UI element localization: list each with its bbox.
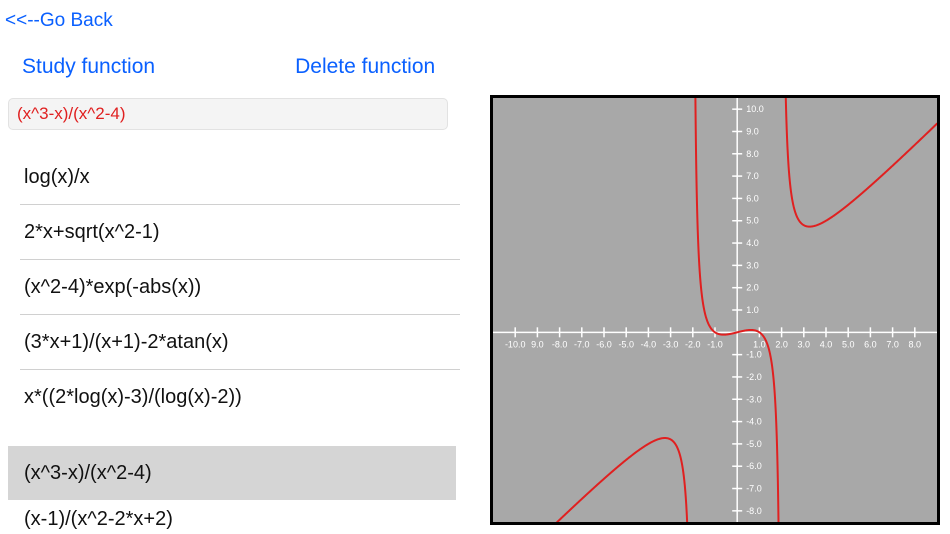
svg-text:5.0: 5.0 [746,216,759,226]
list-item-partial[interactable]: (x-1)/(x^2-2*x+2) [20,508,464,534]
svg-text:-5.0: -5.0 [746,439,762,449]
svg-text:6.0: 6.0 [864,339,877,349]
selected-function-field[interactable]: (x^3-x)/(x^2-4) [8,98,448,130]
svg-text:4.0: 4.0 [746,238,759,248]
svg-text:1.0: 1.0 [746,305,759,315]
svg-text:-2.0: -2.0 [746,372,762,382]
svg-text:7.0: 7.0 [746,171,759,181]
svg-text:3.0: 3.0 [798,339,811,349]
list-item[interactable]: (3*x+1)/(x+1)-2*atan(x) [20,315,460,370]
app-root: <<--Go Back Study function Delete functi… [0,0,950,534]
svg-text:-1.0: -1.0 [746,350,762,360]
svg-text:9.0: 9.0 [746,126,759,136]
svg-text:-10.0: -10.0 [505,339,526,349]
svg-text:-8.0: -8.0 [746,506,762,516]
svg-text:2.0: 2.0 [746,283,759,293]
svg-text:3.0: 3.0 [746,260,759,270]
svg-text:8.0: 8.0 [746,149,759,159]
list-item[interactable]: (x^2-4)*exp(-abs(x)) [20,260,460,315]
list-item-selected[interactable]: (x^3-x)/(x^2-4) [8,446,456,500]
graph-plot: -10.0 9.0 -8.0 -7.0 -6.0 -5.0 -4.0 -3.0 -2.0 -1.0… [493,98,937,522]
svg-text:4.0: 4.0 [820,339,833,349]
toolbar: Study function Delete function [0,55,482,79]
svg-text:-4.0: -4.0 [746,417,762,427]
svg-text:-7.0: -7.0 [574,339,590,349]
svg-text:-3.0: -3.0 [663,339,679,349]
list-item[interactable]: x*((2*log(x)-3)/(log(x)-2)) [20,370,460,424]
svg-text:-1.0: -1.0 [707,339,723,349]
svg-text:2.0: 2.0 [775,339,788,349]
svg-text:-6.0: -6.0 [746,461,762,471]
svg-text:7.0: 7.0 [886,339,899,349]
svg-text:-6.0: -6.0 [596,339,612,349]
svg-text:-4.0: -4.0 [641,339,657,349]
svg-text:9.0: 9.0 [531,339,544,349]
svg-text:8.0: 8.0 [909,339,922,349]
delete-function-button[interactable]: Delete function [295,55,435,79]
svg-text:-3.0: -3.0 [746,394,762,404]
svg-text:6.0: 6.0 [746,193,759,203]
svg-text:10.0: 10.0 [746,104,764,114]
svg-text:1.0: 1.0 [753,339,766,349]
svg-text:-8.0: -8.0 [552,339,568,349]
graph-panel: -10.0 9.0 -8.0 -7.0 -6.0 -5.0 -4.0 -3.0 -2.0 -1.0… [490,95,940,525]
study-function-button[interactable]: Study function [22,55,155,79]
svg-text:5.0: 5.0 [842,339,855,349]
list-item[interactable]: 2*x+sqrt(x^2-1) [20,205,460,260]
svg-text:-5.0: -5.0 [618,339,634,349]
go-back-link[interactable]: <<--Go Back [5,10,113,32]
list-item[interactable]: log(x)/x [20,150,460,205]
svg-text:-7.0: -7.0 [746,484,762,494]
svg-text:-2.0: -2.0 [685,339,701,349]
